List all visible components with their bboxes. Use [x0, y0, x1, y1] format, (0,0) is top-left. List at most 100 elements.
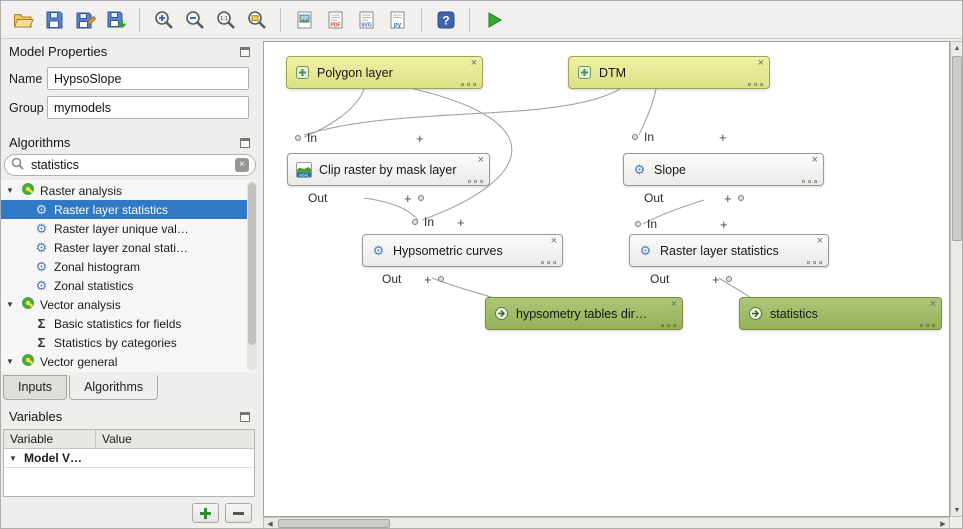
model-group-input[interactable]: [47, 96, 249, 119]
tree-item-zonal-histogram[interactable]: ⚙ Zonal histogram: [1, 257, 247, 276]
hypso-out-port[interactable]: Out: [382, 272, 401, 286]
export-as-image-button[interactable]: [289, 5, 320, 35]
edit-comment-icon[interactable]: ∘∘∘: [460, 79, 478, 89]
export-as-python-button[interactable]: py: [382, 5, 413, 35]
search-input[interactable]: [29, 157, 230, 173]
zoom-actual-button[interactable]: 1:1: [210, 5, 241, 35]
vertical-scrollbar-thumb[interactable]: [952, 56, 962, 241]
rls-out-port[interactable]: Out: [650, 272, 669, 286]
socket-icon[interactable]: [418, 195, 424, 201]
scroll-left-icon[interactable]: ◀: [264, 518, 276, 529]
hypso-in-port[interactable]: In: [412, 215, 434, 229]
delete-component-icon[interactable]: ×: [551, 235, 557, 247]
delete-component-icon[interactable]: ×: [812, 154, 818, 166]
zoom-out-button[interactable]: [179, 5, 210, 35]
delete-component-icon[interactable]: ×: [817, 235, 823, 247]
edit-model-help-button[interactable]: ?: [430, 5, 461, 35]
node-raster-layer-statistics[interactable]: ⚙ Raster layer statistics × ∘∘∘: [629, 234, 829, 267]
canvas-vertical-scrollbar[interactable]: ▲ ▼: [950, 41, 963, 517]
model-name-input[interactable]: [47, 67, 249, 90]
collapse-arrow-icon[interactable]: ▼: [9, 454, 19, 463]
float-panel-button[interactable]: [240, 47, 250, 57]
remove-variable-button[interactable]: [225, 503, 252, 523]
node-polygon-layer[interactable]: Polygon layer × ∘∘∘: [286, 56, 483, 89]
export-as-pdf-button[interactable]: PDF: [320, 5, 351, 35]
delete-component-icon[interactable]: ×: [471, 57, 477, 69]
socket-icon[interactable]: [635, 221, 641, 227]
scroll-up-icon[interactable]: ▲: [951, 42, 963, 54]
tree-group-vector-general[interactable]: ▼ Vector general: [1, 352, 247, 371]
socket-icon[interactable]: [738, 195, 744, 201]
scroll-down-icon[interactable]: ▼: [951, 504, 963, 516]
socket-icon[interactable]: [412, 219, 418, 225]
tree-scrollbar[interactable]: [247, 181, 257, 371]
node-output-hypsometry-tables[interactable]: hypsometry tables dir… × ∘∘∘: [485, 297, 683, 330]
socket-icon[interactable]: [295, 135, 301, 141]
save-model-button[interactable]: [38, 5, 69, 35]
run-model-button[interactable]: [478, 5, 509, 35]
rls-out-add[interactable]: +: [712, 272, 732, 286]
save-model-as-button[interactable]: [69, 5, 100, 35]
edit-comment-icon[interactable]: ∘∘∘: [806, 257, 824, 267]
node-slope[interactable]: ⚙ Slope × ∘∘∘: [623, 153, 824, 186]
tree-item-statistics-by-categories[interactable]: Σ Statistics by categories: [1, 333, 247, 352]
clear-search-icon[interactable]: ×: [235, 158, 249, 172]
collapse-arrow-icon[interactable]: ▼: [6, 357, 16, 366]
clip-in-add[interactable]: +: [416, 131, 424, 145]
socket-icon[interactable]: [632, 134, 638, 140]
tree-item-zonal-statistics[interactable]: ⚙ Zonal statistics: [1, 276, 247, 295]
clip-out-port[interactable]: Out: [308, 191, 327, 205]
node-clip-raster-by-mask-layer[interactable]: GDAL Clip raster by mask layer × ∘∘∘: [287, 153, 490, 186]
slope-out-add[interactable]: +: [724, 191, 744, 205]
clip-in-port[interactable]: In: [295, 131, 317, 145]
delete-component-icon[interactable]: ×: [758, 57, 764, 69]
tree-item-raster-layer-zonal-statistics[interactable]: ⚙ Raster layer zonal stati…: [1, 238, 247, 257]
export-as-svg-button[interactable]: SVG: [351, 5, 382, 35]
model-canvas[interactable]: Polygon layer × ∘∘∘ DTM × ∘∘∘ In + GDAL …: [263, 41, 950, 517]
clip-out-add[interactable]: +: [404, 191, 424, 205]
node-hypsometric-curves[interactable]: ⚙ Hypsometric curves × ∘∘∘: [362, 234, 563, 267]
float-panel-button[interactable]: [240, 138, 250, 148]
edit-comment-icon[interactable]: ∘∘∘: [747, 79, 765, 89]
collapse-arrow-icon[interactable]: ▼: [6, 300, 16, 309]
delete-component-icon[interactable]: ×: [478, 154, 484, 166]
tree-item-raster-layer-unique-values[interactable]: ⚙ Raster layer unique val…: [1, 219, 247, 238]
socket-icon[interactable]: [726, 276, 732, 282]
edit-comment-icon[interactable]: ∘∘∘: [540, 257, 558, 267]
model-variables-row[interactable]: ▼ Model V…: [4, 449, 254, 468]
node-output-statistics[interactable]: statistics × ∘∘∘: [739, 297, 942, 330]
edit-comment-icon[interactable]: ∘∘∘: [660, 320, 678, 330]
zoom-in-button[interactable]: [148, 5, 179, 35]
tree-group-vector-analysis[interactable]: ▼ Vector analysis: [1, 295, 247, 314]
delete-component-icon[interactable]: ×: [930, 298, 936, 310]
horizontal-scrollbar-thumb[interactable]: [278, 519, 390, 528]
collapse-arrow-icon[interactable]: ▼: [6, 186, 16, 195]
socket-icon[interactable]: [438, 276, 444, 282]
slope-in-add[interactable]: +: [719, 130, 727, 144]
save-model-in-project-button[interactable]: [100, 5, 131, 35]
tree-item-raster-layer-statistics[interactable]: ⚙ Raster layer statistics: [1, 200, 247, 219]
node-dtm[interactable]: DTM × ∘∘∘: [568, 56, 770, 89]
hypso-out-add[interactable]: +: [424, 272, 444, 286]
delete-component-icon[interactable]: ×: [671, 298, 677, 310]
slope-in-port[interactable]: In: [632, 130, 654, 144]
edit-comment-icon[interactable]: ∘∘∘: [801, 176, 819, 186]
tree-item-basic-statistics-for-fields[interactable]: Σ Basic statistics for fields: [1, 314, 247, 333]
tree-group-raster-analysis[interactable]: ▼ Raster analysis: [1, 181, 247, 200]
rls-in-add[interactable]: +: [720, 217, 728, 231]
open-model-button[interactable]: [7, 5, 38, 35]
port-label: Out: [650, 272, 669, 286]
tab-algorithms[interactable]: Algorithms: [69, 375, 158, 400]
edit-comment-icon[interactable]: ∘∘∘: [919, 320, 937, 330]
canvas-horizontal-scrollbar[interactable]: ◀ ▶: [263, 517, 950, 529]
float-panel-button[interactable]: [240, 412, 250, 422]
scroll-right-icon[interactable]: ▶: [937, 518, 949, 529]
hypso-in-add[interactable]: +: [457, 215, 465, 229]
rls-in-port[interactable]: In: [635, 217, 657, 231]
zoom-full-button[interactable]: [241, 5, 272, 35]
edit-comment-icon[interactable]: ∘∘∘: [467, 176, 485, 186]
tab-inputs[interactable]: Inputs: [3, 375, 67, 400]
add-variable-button[interactable]: [192, 503, 219, 523]
slope-out-port[interactable]: Out: [644, 191, 663, 205]
tree-scrollbar-thumb[interactable]: [248, 183, 256, 345]
